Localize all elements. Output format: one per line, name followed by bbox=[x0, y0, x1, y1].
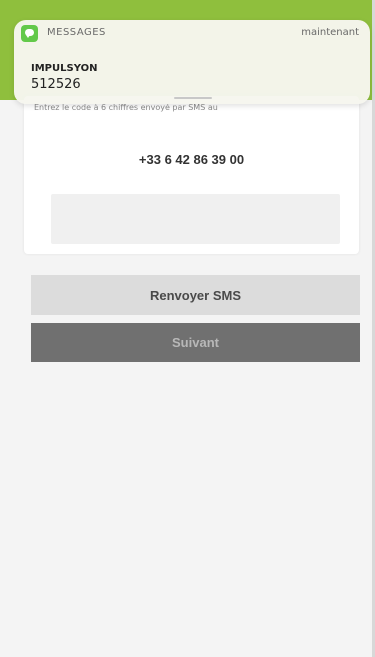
notification-app-name: MESSAGES bbox=[47, 27, 106, 38]
code-input[interactable] bbox=[51, 194, 340, 244]
next-button[interactable]: Suivant bbox=[31, 323, 360, 362]
resend-sms-button[interactable]: Renvoyer SMS bbox=[31, 275, 360, 315]
notification-sender: IMPULSYON bbox=[31, 63, 98, 74]
notification-time: maintenant bbox=[301, 27, 359, 38]
phone-number: +33 6 42 86 39 00 bbox=[138, 152, 245, 167]
verification-card: Entrez le code à 6 chiffres envoyé par S… bbox=[24, 96, 359, 254]
notification-message: 512526 bbox=[31, 77, 81, 92]
screen: Entrez le code à 6 chiffres envoyé par S… bbox=[0, 0, 375, 657]
instruction-text: Entrez le code à 6 chiffres envoyé par S… bbox=[34, 103, 218, 112]
notification-grabber[interactable] bbox=[174, 97, 212, 99]
sms-notification[interactable]: MESSAGES maintenant IMPULSYON 512526 bbox=[14, 20, 370, 104]
messages-icon bbox=[21, 25, 38, 42]
